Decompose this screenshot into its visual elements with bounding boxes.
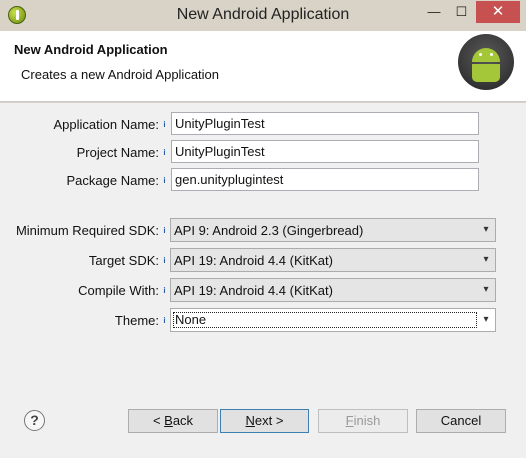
button-bar: ? < Back Next > Finish Cancel — [0, 386, 526, 458]
application-name-label: Application Name: — [53, 117, 160, 132]
application-name-input[interactable] — [171, 112, 479, 135]
compile-with-label: Compile With: — [78, 283, 159, 298]
wizard-header: New Android Application Creates a new An… — [0, 31, 526, 102]
chevron-down-icon[interactable]: ▾ — [480, 313, 492, 327]
chevron-down-icon[interactable]: ▾ — [480, 253, 492, 267]
compile-with-value: API 19: Android 4.4 (KitKat) — [174, 283, 333, 298]
finish-rest: inish — [353, 413, 381, 428]
next-mnemonic: N — [245, 413, 255, 428]
android-logo-icon — [458, 34, 514, 90]
page-subtitle: Creates a new Android Application — [21, 67, 220, 82]
info-icon: i — [163, 286, 166, 295]
finish-mnemonic: F — [345, 413, 354, 428]
info-icon: i — [163, 226, 166, 235]
info-icon: i — [163, 120, 166, 129]
dialog-window: New Android Application — ☐ ✕ New Androi… — [0, 0, 526, 458]
next-button[interactable]: Next > — [220, 409, 309, 433]
theme-label: Theme: — [114, 313, 159, 328]
close-button[interactable]: ✕ — [476, 1, 520, 23]
chevron-down-icon[interactable]: ▾ — [480, 283, 492, 297]
target-sdk-value: API 19: Android 4.4 (KitKat) — [174, 253, 333, 268]
info-icon: i — [163, 256, 166, 265]
target-sdk-select[interactable]: API 19: Android 4.4 (KitKat) ▾ — [170, 248, 496, 272]
help-icon[interactable]: ? — [24, 410, 45, 431]
info-icon: i — [163, 148, 166, 157]
compile-with-select[interactable]: API 19: Android 4.4 (KitKat) ▾ — [170, 278, 496, 302]
back-rest: ack — [172, 413, 194, 428]
package-name-input[interactable] — [171, 168, 479, 191]
maximize-button[interactable]: ☐ — [448, 1, 475, 23]
finish-button[interactable]: Finish — [318, 409, 408, 433]
chevron-down-icon[interactable]: ▾ — [480, 223, 492, 237]
back-button[interactable]: < Back — [128, 409, 218, 433]
back-prefix: < — [152, 413, 165, 428]
project-name-label: Project Name: — [76, 145, 159, 160]
theme-value: None — [173, 312, 477, 328]
minimize-button[interactable]: — — [420, 1, 448, 23]
title-bar[interactable]: New Android Application — ☐ ✕ — [0, 0, 526, 31]
min-sdk-label: Minimum Required SDK: — [15, 223, 159, 238]
info-icon: i — [163, 316, 166, 325]
next-rest: ext > — [254, 413, 284, 428]
theme-select[interactable]: None ▾ — [170, 308, 496, 332]
package-name-label: Package Name: — [66, 173, 160, 188]
project-name-input[interactable] — [171, 140, 479, 163]
info-icon: i — [163, 176, 166, 185]
cancel-button[interactable]: Cancel — [416, 409, 506, 433]
target-sdk-label: Target SDK: — [88, 253, 159, 268]
page-title: New Android Application — [14, 42, 168, 57]
back-mnemonic: B — [164, 413, 173, 428]
min-sdk-select[interactable]: API 9: Android 2.3 (Gingerbread) ▾ — [170, 218, 496, 242]
min-sdk-value: API 9: Android 2.3 (Gingerbread) — [174, 223, 364, 238]
form-area: Application Name: i Project Name: i Pack… — [0, 103, 526, 386]
